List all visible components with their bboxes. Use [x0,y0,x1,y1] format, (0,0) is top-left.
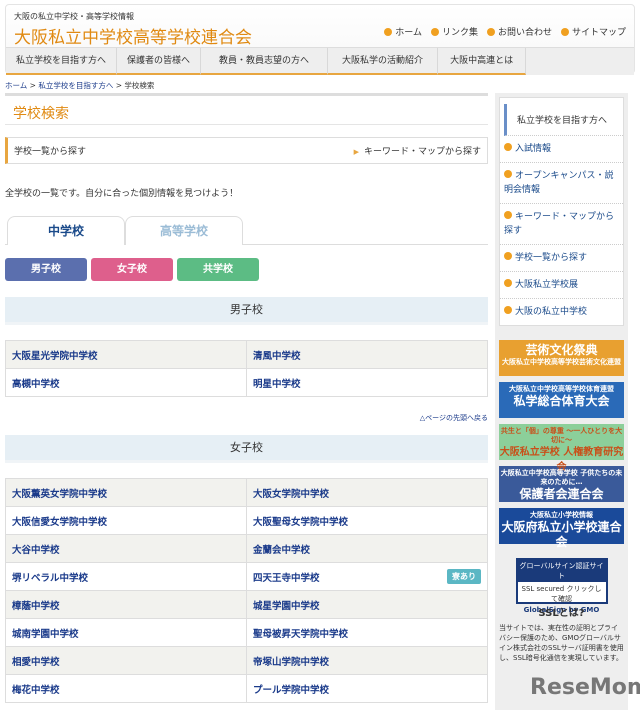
subnav-keyword[interactable]: ▶ キーワード・マップから探す [354,144,481,157]
school-link[interactable]: プール学院中学校 [246,674,488,703]
util-links[interactable]: リンク集 [430,25,478,38]
ssl-seal[interactable]: グローバルサイン認証サイト SSL secured クリックして確認 Globa… [515,558,608,614]
bullet-icon [560,28,569,36]
school-link[interactable]: 明星中学校 [246,368,488,397]
utility-links: ホーム リンク集 お問い合わせ サイトマップ [384,25,626,38]
table-row: 相愛中学校 帝塚山学院中学校 [5,646,488,675]
table-row: 大阪薫英女学院中学校 大阪女学院中学校 [5,478,488,507]
school-link[interactable]: 高槻中学校 [5,368,247,397]
search-subnav: 学校一覧から探す ▶ キーワード・マップから探す [5,137,488,164]
school-type-tabs: 高等学校 中学校 [5,213,488,245]
tab-junior-high[interactable]: 中学校 [7,216,125,245]
sidebar-menu: 私立学校を目指す方へ 入試情報 オープンキャンパス・説明会情報 キーワード・マップか… [499,97,624,326]
school-link[interactable]: 帝塚山学院中学校 [246,646,488,675]
sidebar-item[interactable]: オープンキャンパス・説明会情報 [500,163,623,204]
nav-item[interactable]: 大阪中高連とは [438,48,527,75]
util-contact[interactable]: お問い合わせ [486,25,552,38]
watermark-logo: ReseMom [530,675,640,700]
table-row: 城南学園中学校 聖母被昇天学院中学校 [5,618,488,647]
school-link[interactable]: 城南学園中学校 [5,618,247,647]
school-link[interactable]: 堺リベラル中学校 [5,562,247,591]
school-link[interactable]: 四天王寺中学校 寮あり [246,562,488,591]
filter-coed[interactable]: 共学校 [177,258,259,281]
bullet-icon [430,28,439,36]
school-link[interactable]: 樟蔭中学校 [5,590,247,619]
crumb-home[interactable]: ホーム [5,81,27,90]
table-row: 樟蔭中学校 城星学園中学校 [5,590,488,619]
banner-link[interactable]: 共生と「個」の尊重 〜一人ひとりを大切に〜 大阪私立学校 人権教育研究会 [499,424,624,473]
sidebar-item[interactable]: 学校一覧から探す [500,245,623,272]
crumb-parent[interactable]: 私立学校を目指す方へ [38,81,113,90]
girls-table: 大阪薫英女学院中学校 大阪女学院中学校 大阪信愛女学院中学校 大阪聖母女学院中学校 大谷… [5,478,488,703]
nav-item[interactable]: 大阪私学の活動紹介 [328,48,439,75]
table-row: 大阪信愛女学院中学校 大阪聖母女学院中学校 [5,506,488,535]
school-link[interactable]: 大阪女学院中学校 [246,478,488,507]
page-title: 学校検索 [5,93,488,125]
filter-boys[interactable]: 男子校 [5,258,87,281]
bullet-icon [504,211,512,219]
school-link[interactable]: 城星学園中学校 [246,590,488,619]
school-link[interactable]: 大阪薫英女学院中学校 [5,478,247,507]
main-content: 学校検索 学校一覧から探す ▶ キーワード・マップから探す 全学校の一覧です。自分… [5,93,488,703]
school-link[interactable]: 大谷中学校 [5,534,247,563]
bullet-icon [504,170,512,178]
school-link[interactable]: 大阪星光学院中学校 [5,340,247,369]
banner-link[interactable]: 大阪私立小学校情報 大阪府私立小学校連合会 [499,508,624,549]
bullet-icon [504,279,512,287]
table-row: 梅花中学校 プール学院中学校 [5,674,488,703]
intro-text: 全学校の一覧です。自分に合った個別情報を見つけよう！ [5,189,239,199]
school-link[interactable]: 大阪聖母女学院中学校 [246,506,488,535]
site-title[interactable]: 大阪私立中学校高等学校連合会 [14,23,252,48]
bullet-icon [384,28,393,36]
banner-link[interactable]: 大阪私立中学校高等学校 子供たちの未来のために… 保護者会連合会 [499,466,624,502]
ssl-description: 当サイトでは、実在性の証明とプライバシー保護のため、GMOグローバルサイン株式会… [499,624,624,662]
school-link[interactable]: 大阪信愛女学院中学校 [5,506,247,535]
table-row: 高槻中学校 明星中学校 [5,368,488,397]
site-header: 大阪の私立中学校・高等学校情報 大阪私立中学校高等学校連合会 ホーム リンク集 … [5,4,635,75]
bullet-icon [486,28,495,36]
main-nav: 私立学校を目指す方へ 保護者の皆様へ 教員・教員志望の方へ 大阪私学の活動紹介 … [6,47,634,75]
bullet-icon [504,252,512,260]
nav-item[interactable]: 保護者の皆様へ [117,48,202,75]
triangle-icon: ▶ [353,148,359,156]
sidebar-item[interactable]: 入試情報 [500,136,623,163]
tab-high-school[interactable]: 高等学校 [125,216,243,245]
nav-item[interactable]: 私立学校を目指す方へ [6,48,118,75]
school-link[interactable]: 相愛中学校 [5,646,247,675]
bullet-icon [504,143,512,151]
tagline: 大阪の私立中学校・高等学校情報 [14,12,134,21]
dorm-badge: 寮あり [447,569,481,584]
nav-item[interactable]: 教員・教員志望の方へ [201,48,329,75]
sidebar-heading: 私立学校を目指す方へ [504,104,623,136]
back-to-top-link[interactable]: △ページの先頭へ戻る [5,413,488,423]
school-link[interactable]: 金蘭会中学校 [246,534,488,563]
util-home[interactable]: ホーム [384,25,422,38]
ssl-link[interactable]: SSLとは? [495,604,628,619]
crumb-current: 学校検索 [124,81,155,90]
sidebar: 私立学校を目指す方へ 入試情報 オープンキャンパス・説明会情報 キーワード・マップか… [495,93,628,710]
table-row: 大谷中学校 金蘭会中学校 [5,534,488,563]
filter-girls[interactable]: 女子校 [91,258,173,281]
school-link[interactable]: 梅花中学校 [5,674,247,703]
boys-table: 大阪星光学院中学校 清風中学校 高槻中学校 明星中学校 [5,340,488,397]
school-link[interactable]: 清風中学校 [246,340,488,369]
sidebar-item[interactable]: 大阪の私立中学校 [500,299,623,325]
table-row: 堺リベラル中学校 四天王寺中学校 寮あり [5,562,488,591]
sidebar-item[interactable]: 大阪私立学校展 [500,272,623,299]
banner-link[interactable]: 大阪私立中学校高等学校体育連盟 私学総合体育大会 [499,382,624,418]
breadcrumb: ホーム > 私立学校を目指す方へ > 学校検索 [5,81,155,90]
girls-heading: 女子校 [5,435,488,463]
subnav-list[interactable]: 学校一覧から探す [14,144,86,157]
bullet-icon [504,306,512,314]
boys-heading: 男子校 [5,297,488,325]
table-row: 大阪星光学院中学校 清風中学校 [5,340,488,369]
sidebar-item[interactable]: キーワード・マップから探す [500,204,623,245]
school-link[interactable]: 聖母被昇天学院中学校 [246,618,488,647]
gender-filters: 男子校 女子校 共学校 [5,258,488,281]
banner-link[interactable]: 芸術文化祭典 大阪私立中学校高等学校芸術文化連盟 [499,340,624,376]
util-sitemap[interactable]: サイトマップ [560,25,626,38]
